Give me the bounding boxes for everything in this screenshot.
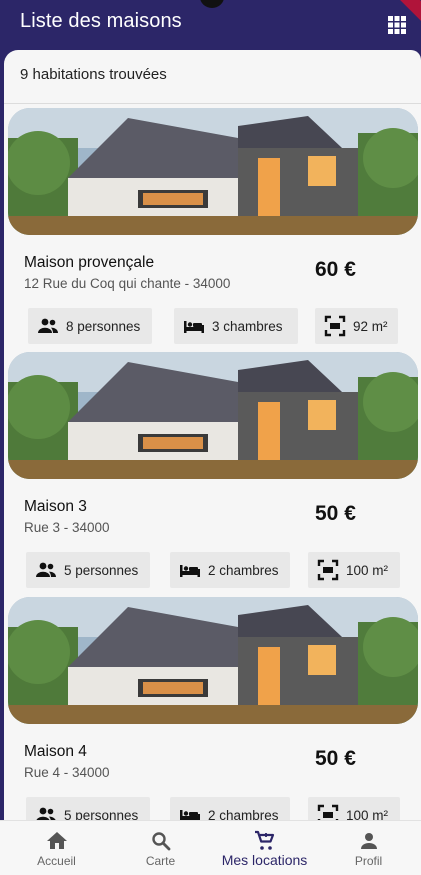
app-screen: Liste des maisons 9 habitations trouvées — [0, 0, 421, 875]
area-icon — [316, 558, 340, 582]
nav-item-profil[interactable]: Profil — [316, 821, 421, 875]
house-photo[interactable] — [8, 597, 418, 724]
cart-icon — [253, 829, 277, 853]
nav-item-carte[interactable]: Carte — [108, 821, 213, 875]
persons-chip: 5 personnes — [26, 797, 150, 820]
grid-view-icon[interactable] — [386, 14, 408, 36]
nav-item-mes-locations[interactable]: Mes locations — [212, 821, 317, 875]
area-label: 100 m² — [346, 807, 389, 821]
area-icon — [323, 314, 347, 338]
area-chip: 100 m² — [308, 552, 400, 588]
nav-label: Mes locations — [221, 852, 308, 868]
persons-label: 5 personnes — [64, 562, 139, 578]
listing-address: 12 Rue du Coq qui chante - 34000 — [24, 276, 231, 291]
results-count: 9 habitations trouvées — [20, 66, 167, 83]
house-photo[interactable] — [8, 352, 418, 479]
area-chip: 92 m² — [315, 308, 398, 344]
listing-name: Maison 3 — [24, 498, 87, 515]
listing-card[interactable]: Maison provençale 12 Rue du Coq qui chan… — [4, 108, 421, 354]
persons-chip: 5 personnes — [26, 552, 150, 588]
bottom-nav: Accueil Carte Mes locations Profil — [0, 820, 421, 875]
person-icon — [357, 829, 381, 853]
bed-icon — [178, 558, 202, 582]
divider — [4, 103, 421, 104]
search-icon — [149, 829, 173, 853]
people-icon — [34, 803, 58, 820]
rooms-chip: 2 chambres — [170, 552, 290, 588]
rooms-chip: 3 chambres — [174, 308, 298, 344]
nav-label: Accueil — [37, 854, 76, 868]
app-bar: Liste des maisons — [0, 0, 421, 50]
persons-label: 5 personnes — [64, 807, 139, 821]
nav-label: Profil — [354, 854, 383, 868]
rooms-label: 2 chambres — [208, 807, 279, 821]
rooms-label: 3 chambres — [212, 318, 283, 334]
listing-price: 60 € — [315, 258, 356, 281]
house-photo[interactable] — [8, 108, 418, 235]
nav-item-accueil[interactable]: Accueil — [4, 821, 109, 875]
area-chip: 100 m² — [308, 797, 400, 820]
page-title: Liste des maisons — [20, 10, 182, 32]
persons-chip: 8 personnes — [28, 308, 152, 344]
listing-name: Maison 4 — [24, 743, 87, 760]
listing-price: 50 € — [315, 502, 356, 525]
home-icon — [45, 829, 69, 853]
bed-icon — [182, 314, 206, 338]
listing-name: Maison provençale — [24, 254, 155, 271]
listing-address: Rue 4 - 34000 — [24, 765, 110, 780]
area-label: 92 m² — [353, 318, 388, 334]
listing-card[interactable]: Maison 3 Rue 3 - 34000 50 € 5 personnes … — [4, 352, 421, 598]
area-label: 100 m² — [346, 562, 389, 578]
listing-body: 9 habitations trouvées Maison provençale… — [4, 50, 421, 820]
area-icon — [316, 803, 340, 820]
listing-card[interactable]: Maison 4 Rue 4 - 34000 50 € 5 personnes … — [4, 597, 421, 820]
bed-icon — [178, 803, 202, 820]
rooms-chip: 2 chambres — [170, 797, 290, 820]
people-icon — [34, 558, 58, 582]
nav-label: Carte — [145, 854, 176, 868]
listing-address: Rue 3 - 34000 — [24, 520, 110, 535]
people-icon — [36, 314, 60, 338]
rooms-label: 2 chambres — [208, 562, 279, 578]
camera-notch — [200, 0, 224, 8]
listing-price: 50 € — [315, 747, 356, 770]
persons-label: 8 personnes — [66, 318, 141, 334]
